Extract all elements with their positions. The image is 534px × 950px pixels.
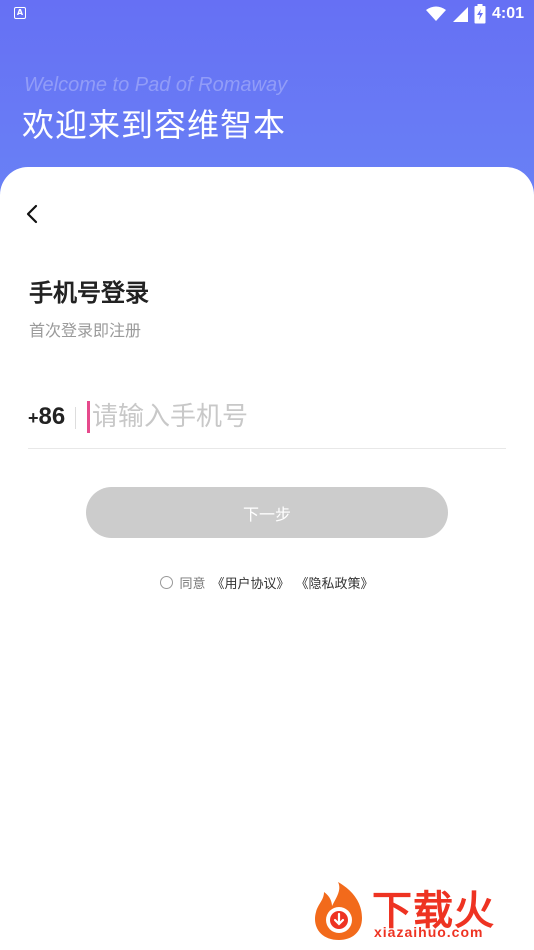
watermark-url: xiazaihuo.com xyxy=(374,924,484,940)
page-subtitle: 首次登录即注册 xyxy=(29,321,142,340)
wifi-icon xyxy=(425,6,446,21)
agree-radio[interactable] xyxy=(160,575,174,589)
country-code-number: 86 xyxy=(38,403,66,430)
welcome-english: Welcome to Pad of Romaway xyxy=(24,74,288,96)
country-code-plus: + xyxy=(28,408,39,428)
text-caret xyxy=(87,401,90,433)
input-divider xyxy=(75,407,76,429)
notification-a-icon: A xyxy=(14,7,26,19)
country-code[interactable]: +86 xyxy=(28,403,65,431)
next-step-button[interactable]: 下一步 xyxy=(86,487,448,538)
watermark: 下载火 xiazaihuo.com xyxy=(308,876,528,946)
signal-icon xyxy=(452,7,468,22)
phone-number-input[interactable] xyxy=(92,397,492,437)
page-title: 手机号登录 xyxy=(29,279,149,307)
back-arrow-icon[interactable] xyxy=(22,203,44,225)
login-card: 手机号登录 首次登录即注册 +86 下一步 同意 《用户协议》 《隐私政策》 xyxy=(0,167,534,950)
agreement-row: 同意 《用户协议》 《隐私政策》 xyxy=(0,572,534,592)
status-bar: A 4:01 xyxy=(0,0,534,28)
status-right-group: 4:01 xyxy=(425,3,524,25)
privacy-policy-link[interactable]: 《隐私政策》 xyxy=(296,573,374,592)
agree-label: 同意 xyxy=(179,576,206,592)
status-time: 4:01 xyxy=(491,5,524,22)
user-agreement-link[interactable]: 《用户协议》 xyxy=(211,573,289,592)
battery-icon xyxy=(474,4,486,24)
welcome-title: 欢迎来到容维智本 xyxy=(22,106,287,144)
phone-input-row: +86 xyxy=(28,393,506,449)
flame-logo-icon xyxy=(314,882,362,940)
